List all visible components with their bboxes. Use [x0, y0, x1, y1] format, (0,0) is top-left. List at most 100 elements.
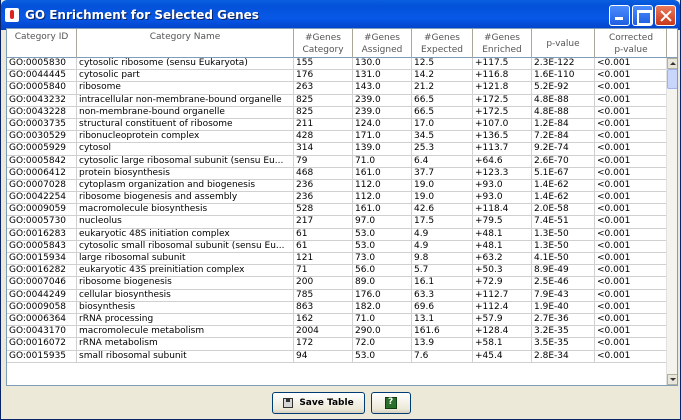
table-cell: 217: [294, 216, 353, 228]
column-header[interactable]: #Genes Expected: [412, 29, 473, 58]
column-header[interactable]: p-value: [532, 29, 595, 58]
table-cell: 1.4E-62: [532, 192, 595, 204]
table-cell: 1.9E-40: [532, 301, 595, 313]
results-table[interactable]: Category ID Category Name #Genes Category #G…: [6, 28, 678, 386]
column-header[interactable]: #Genes Enriched: [473, 29, 532, 58]
column-header[interactable]: #Genes Assigned: [353, 29, 412, 58]
table-cell: 236: [294, 192, 353, 204]
table-row[interactable]: GO:0005730 nucleolus 217 97.0 17.5 +79.5 7.4E-…: [7, 216, 668, 229]
table-row[interactable]: GO:0005830 cytosolic ribosome (sensu Euka…: [7, 58, 668, 71]
table-cell: 2.0E-58: [532, 204, 595, 216]
table-body: GO:0005830 cytosolic ribosome (sensu Euka…: [7, 58, 668, 363]
table-cell: +58.1: [473, 338, 532, 350]
save-table-button[interactable]: Save Table: [272, 392, 365, 414]
table-cell: GO:0005730: [7, 216, 77, 228]
minimize-button[interactable]: [609, 5, 630, 26]
column-header-label: Enriched: [482, 44, 522, 55]
table-cell: cytosolic large ribosomal subunit (sensu…: [77, 155, 294, 167]
table-cell: 155: [294, 58, 353, 70]
table-row[interactable]: GO:0042254 ribosome biogenesis and assemb…: [7, 192, 668, 205]
table-row[interactable]: GO:0005929 cytosol 314 139.0 25.3 +113.7 9.2E-…: [7, 143, 668, 156]
table-cell: +64.6: [473, 155, 532, 167]
table-cell: GO:0007028: [7, 179, 77, 192]
app-window: GO Enrichment for Selected Genes Categor…: [0, 0, 681, 420]
column-header-label: Category Name: [149, 32, 221, 42]
table-row[interactable]: GO:0007046 ribosome biogenesis 200 89.0 16.1…: [7, 277, 668, 290]
maximize-button[interactable]: [632, 5, 653, 26]
table-cell: GO:0030529: [7, 131, 77, 143]
table-cell: GO:0006412: [7, 167, 77, 179]
table-cell: 124.0: [353, 118, 412, 131]
table-cell: GO:0016072: [7, 338, 77, 350]
table-row[interactable]: GO:0016283 eukaryotic 48S initiation comp…: [7, 228, 668, 241]
vertical-scrollbar[interactable]: [666, 58, 677, 385]
table-row[interactable]: GO:0015934 large ribosomal subunit 121 73.0…: [7, 253, 668, 266]
table-cell: 263: [294, 82, 353, 94]
table-cell: 182.0: [353, 301, 412, 313]
table-cell: 12.5: [412, 58, 473, 70]
column-header[interactable]: Category ID: [7, 29, 77, 58]
table-row[interactable]: GO:0043228 non-membrane-bound organelle 82…: [7, 106, 668, 119]
table-cell: 3.5E-35: [532, 338, 595, 350]
table-row[interactable]: GO:0030529 ribonucleoprotein complex 428 17…: [7, 131, 668, 144]
title-bar[interactable]: GO Enrichment for Selected Genes: [1, 0, 680, 30]
table-cell: 53.0: [353, 350, 412, 362]
table-cell: <0.001: [595, 179, 668, 192]
table-cell: GO:0016282: [7, 265, 77, 277]
scroll-thumb[interactable]: [667, 69, 677, 89]
table-cell: +57.9: [473, 313, 532, 326]
table-cell: <0.001: [595, 228, 668, 240]
table-row[interactable]: GO:0005843 cytosolic small ribosomal subu…: [7, 240, 668, 253]
table-row[interactable]: GO:0005842 cytosolic large ribosomal subu…: [7, 155, 668, 168]
table-row[interactable]: GO:0043232 intracellular non-membrane-bou…: [7, 94, 668, 107]
table-row[interactable]: GO:0015935 small ribosomal subunit 94 53.0 7…: [7, 350, 668, 363]
table-cell: <0.001: [595, 301, 668, 313]
table-cell: +50.3: [473, 265, 532, 277]
table-cell: nucleolus: [77, 216, 294, 228]
close-button[interactable]: [655, 5, 676, 26]
table-cell: +93.0: [473, 192, 532, 204]
help-button[interactable]: [371, 392, 411, 414]
column-header-label: Category: [302, 44, 344, 55]
table-cell: +118.4: [473, 204, 532, 216]
table-cell: 314: [294, 143, 353, 155]
table-row[interactable]: GO:0006364 rRNA processing 162 71.0 13.1 +57.…: [7, 313, 668, 327]
table-cell: +93.0: [473, 179, 532, 192]
table-row[interactable]: GO:0043170 macromolecule metabolism 2004 29…: [7, 326, 668, 339]
table-row[interactable]: GO:0044249 cellular biosynthesis 785 176.0 6…: [7, 289, 668, 302]
table-cell: small ribosomal subunit: [77, 350, 294, 362]
table-cell: GO:0006364: [7, 313, 77, 326]
app-icon[interactable]: [5, 8, 19, 22]
table-row[interactable]: GO:0016282 eukaryotic 43S preinitiation c…: [7, 265, 668, 278]
table-cell: 176.0: [353, 289, 412, 301]
table-cell: 143.0: [353, 82, 412, 94]
table-cell: ribonucleoprotein complex: [77, 131, 294, 143]
table-cell: 130.0: [353, 58, 412, 70]
table-row[interactable]: GO:0007028 cytoplasm organization and bio…: [7, 179, 668, 193]
table-cell: +79.5: [473, 216, 532, 228]
column-header[interactable]: #Genes Category: [294, 29, 353, 58]
table-cell: 112.0: [353, 192, 412, 204]
table-row[interactable]: GO:0005840 ribosome 263 143.0 21.2 +121.8 5.2E…: [7, 82, 668, 95]
scroll-down-arrow-icon[interactable]: [667, 374, 677, 385]
scroll-up-arrow-icon[interactable]: [667, 58, 677, 69]
table-cell: 72.0: [353, 338, 412, 350]
table-cell: <0.001: [595, 118, 668, 131]
table-row[interactable]: GO:0003735 structural constituent of ribo…: [7, 118, 668, 132]
table-cell: GO:0044445: [7, 70, 77, 82]
table-row[interactable]: GO:0044445 cytosolic part 176 131.0 14.2 +116…: [7, 70, 668, 83]
column-header-label: #Genes: [364, 32, 400, 43]
table-cell: 71.0: [353, 155, 412, 167]
table-cell: GO:0005929: [7, 143, 77, 155]
table-cell: 5.1E-67: [532, 167, 595, 179]
table-row[interactable]: GO:0009058 biosynthesis 863 182.0 69.6 +112.4…: [7, 301, 668, 314]
table-cell: 13.9: [412, 338, 473, 350]
table-cell: 2.8E-34: [532, 350, 595, 362]
table-cell: 161.0: [353, 204, 412, 216]
table-row[interactable]: GO:0016072 rRNA metabolism 172 72.0 13.9 +58.…: [7, 338, 668, 351]
column-header[interactable]: Category Name: [77, 29, 294, 58]
table-cell: 1.3E-50: [532, 228, 595, 240]
table-row[interactable]: GO:0009059 macromolecule biosynthesis 528 1…: [7, 204, 668, 217]
column-header[interactable]: Corrected p-value: [595, 29, 668, 58]
table-row[interactable]: GO:0006412 protein biosynthesis 468 161.0 37…: [7, 167, 668, 180]
